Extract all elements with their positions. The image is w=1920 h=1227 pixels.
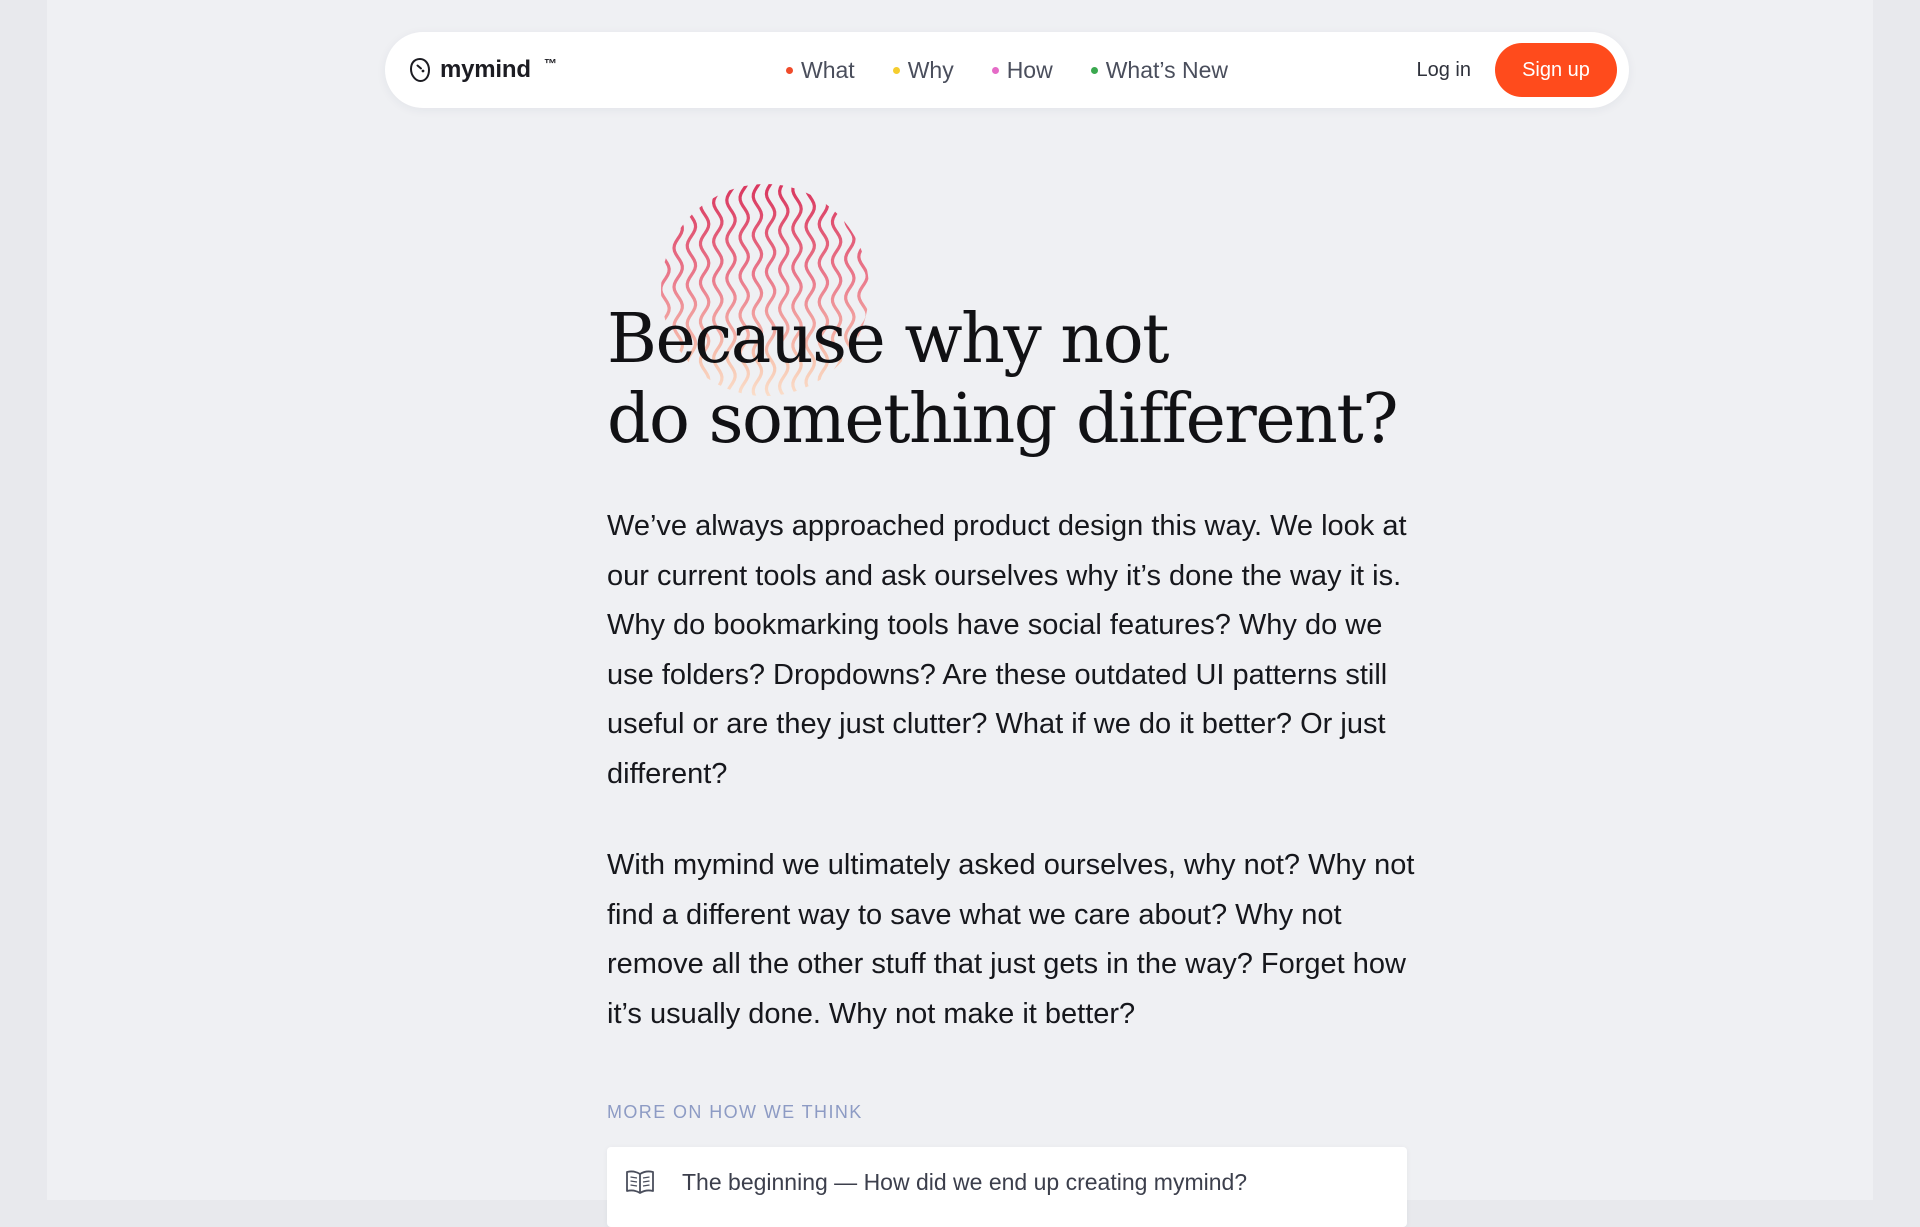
- article-card[interactable]: The beginning — How did we end up creati…: [607, 1147, 1407, 1227]
- nav-link-label: What: [801, 56, 855, 83]
- more-section-label: MORE ON HOW WE THINK: [607, 1102, 863, 1122]
- nav-dot-what: [786, 66, 793, 74]
- nav-link-label: How: [1006, 56, 1053, 83]
- nav-dot-why: [892, 66, 900, 74]
- nav-link-what[interactable]: What: [786, 57, 855, 84]
- trademark-symbol: ™: [543, 55, 557, 71]
- login-link[interactable]: Log in: [1417, 59, 1472, 82]
- logo-link[interactable]: mymind ™: [409, 32, 557, 108]
- page-title: Because why not do something different?: [607, 300, 1399, 460]
- nav-actions: Log in Sign up: [1417, 32, 1617, 108]
- headline-line-2: do something different?: [607, 380, 1399, 459]
- page: mymind ™ What Why How What’s New Log in S…: [47, 0, 1873, 1227]
- intro-paragraph: We’ve always approached product design t…: [607, 510, 1407, 790]
- nav-dot-how: [991, 66, 999, 74]
- nav-link-whats-new[interactable]: What’s New: [1090, 56, 1228, 84]
- top-navbar: mymind ™ What Why How What’s New Log in S…: [385, 32, 1629, 108]
- mind-logo-icon: [409, 57, 431, 83]
- nav-link-why[interactable]: Why: [892, 56, 954, 84]
- signup-button[interactable]: Sign up: [1495, 43, 1617, 97]
- nav-link-how[interactable]: How: [991, 56, 1053, 84]
- nav-dot-whats-new: [1090, 66, 1098, 74]
- headline-line-1: Because why not: [607, 300, 1169, 379]
- article-card-title: The beginning — How did we end up creati…: [682, 1169, 1248, 1195]
- nav-link-label: What’s New: [1105, 56, 1228, 83]
- open-book-icon: [625, 1169, 655, 1200]
- why-not-paragraph: With mymind we ultimately asked ourselve…: [607, 849, 1415, 1030]
- brand-name: mymind: [440, 56, 531, 83]
- nav-link-label: Why: [907, 56, 954, 83]
